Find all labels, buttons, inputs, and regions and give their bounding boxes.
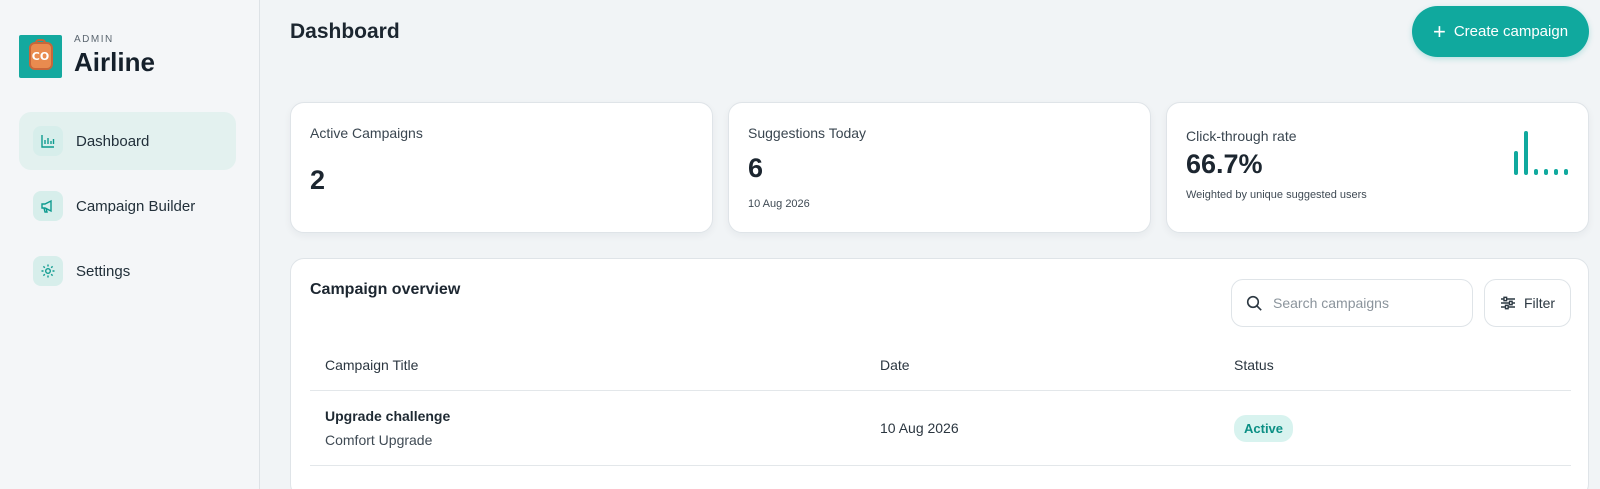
megaphone-icon <box>33 191 63 221</box>
sidebar-item-settings[interactable]: Settings <box>19 242 236 300</box>
sparkline-bar <box>1544 169 1548 175</box>
table-header: Campaign Title Date Status <box>310 339 1571 391</box>
campaign-table: Campaign Title Date Status Upgrade chall… <box>310 339 1571 466</box>
stat-card-active-campaigns: Active Campaigns 2 <box>290 102 713 233</box>
create-campaign-button[interactable]: + Create campaign <box>1412 6 1589 57</box>
sidebar-item-dashboard[interactable]: Dashboard <box>19 112 236 170</box>
campaign-date: 10 Aug 2026 <box>880 420 959 436</box>
stat-label: Suggestions Today <box>748 125 867 141</box>
sidebar-item-campaign-builder[interactable]: Campaign Builder <box>19 177 236 235</box>
sidebar-item-label: Dashboard <box>76 132 150 150</box>
stat-label: Active Campaigns <box>310 125 423 141</box>
luggage-logo-icon: CO <box>19 34 62 78</box>
create-campaign-label: Create campaign <box>1453 23 1569 40</box>
chart-icon <box>33 126 63 156</box>
stat-sub: 10 Aug 2026 <box>748 198 810 210</box>
filter-label: Filter <box>1523 295 1556 311</box>
sidebar-item-label: Campaign Builder <box>76 197 196 215</box>
sidebar-nav: Dashboard Campaign Builder Settings <box>19 112 236 307</box>
panel-title: Campaign overview <box>310 281 461 298</box>
campaign-title: Upgrade challenge <box>325 408 451 424</box>
sparkline-bar <box>1554 169 1558 175</box>
sidebar-item-label: Settings <box>76 262 131 280</box>
brand[interactable]: CO ADMIN Airline <box>19 34 155 78</box>
stat-value: 2 <box>310 165 326 195</box>
sparkline-chart <box>1514 131 1568 175</box>
column-header-title[interactable]: Campaign Title <box>310 357 880 373</box>
gear-icon <box>33 256 63 286</box>
sliders-icon <box>1500 296 1515 310</box>
column-header-date[interactable]: Date <box>880 357 1234 373</box>
stat-value: 6 <box>748 153 764 183</box>
sparkline-bar <box>1534 169 1538 175</box>
sidebar: CO ADMIN Airline Dashboard Campaign Buil… <box>0 0 260 489</box>
sparkline-bar <box>1514 151 1518 175</box>
plus-icon: + <box>1432 18 1446 44</box>
campaign-overview-panel: Campaign overview Filter Campaign Title … <box>290 258 1589 489</box>
table-row[interactable]: Upgrade challenge Comfort Upgrade 10 Aug… <box>310 391 1571 466</box>
stat-label: Click-through rate <box>1186 128 1297 144</box>
column-header-status[interactable]: Status <box>1234 357 1571 373</box>
campaign-subtitle: Comfort Upgrade <box>325 432 433 448</box>
stat-value: 66.7% <box>1186 149 1263 179</box>
sparkline-bar <box>1524 131 1528 175</box>
brand-name: Airline <box>74 47 155 77</box>
search-icon <box>1246 295 1262 311</box>
status-badge: Active <box>1234 414 1294 442</box>
page-title: Dashboard <box>290 20 400 43</box>
filter-button[interactable]: Filter <box>1484 279 1571 327</box>
stat-card-suggestions-today: Suggestions Today 6 10 Aug 2026 <box>728 102 1151 233</box>
sparkline-bar <box>1564 169 1568 175</box>
stat-card-click-through-rate: Click-through rate 66.7% Weighted by uni… <box>1166 102 1589 233</box>
search-input[interactable] <box>1273 295 1453 311</box>
app: CO ADMIN Airline Dashboard Campaign Buil… <box>0 0 1600 489</box>
search-box[interactable] <box>1231 279 1473 327</box>
stat-sub: Weighted by unique suggested users <box>1186 189 1367 201</box>
brand-kicker: ADMIN <box>74 34 114 45</box>
